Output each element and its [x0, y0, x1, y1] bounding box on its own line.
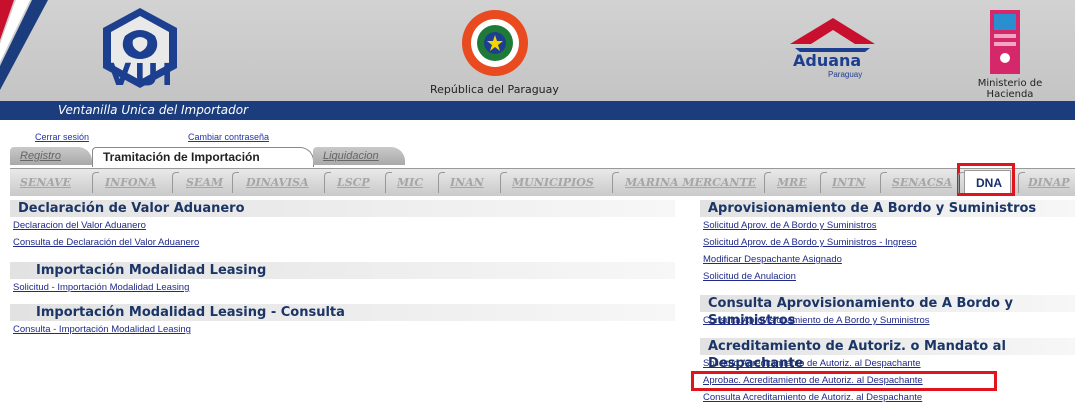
link-solicitud-anulacion[interactable]: Solicitud de Anulacion [703, 268, 1075, 285]
republica-label: República del Paraguay [430, 83, 559, 96]
paraguay-seal-icon [462, 10, 528, 76]
agency-tab-municipios[interactable]: MUNICIPIOS [512, 176, 594, 189]
app-subtitle: Ventanilla Unica del Importador [58, 103, 249, 117]
agency-tab-dna[interactable]: DNA [976, 176, 1002, 190]
tab-separator [92, 172, 99, 193]
aduana-label: Aduana [793, 51, 862, 70]
agency-tab-marina-mercante[interactable]: MARINA MERCANTE [625, 176, 756, 189]
tab-registro[interactable]: Registro [10, 147, 92, 165]
section-title: Acreditamiento de Autoriz. o Mandato al … [700, 338, 1075, 371]
section-leasing: Importación Modalidad Leasing Solicitud … [10, 262, 675, 296]
agency-tab-seam[interactable]: SEAM [186, 176, 223, 189]
agency-tab-lscp[interactable]: LSCP [337, 176, 370, 189]
aprobac-highlight-box [691, 371, 997, 391]
agency-tab-dinavisa[interactable]: DINAVISA [246, 176, 309, 189]
section-title: Aprovisionamiento de A Bordo y Suministr… [700, 200, 1075, 217]
tab-separator [612, 172, 619, 193]
decorative-stripes [0, 0, 48, 90]
agency-tab-dinap[interactable]: DINAP [1028, 176, 1070, 189]
title-bar: Ventanilla Unica del Importador [0, 101, 1075, 120]
tab-separator [820, 172, 827, 193]
agency-tab-mre[interactable]: MRE [777, 176, 807, 189]
section-title: Importación Modalidad Leasing [10, 262, 675, 279]
agency-tab-senave[interactable]: SENAVE [20, 176, 71, 189]
section-title: Importación Modalidad Leasing - Consulta [10, 304, 675, 321]
tab-separator [438, 172, 445, 193]
agency-tab-infona[interactable]: INFONA [105, 176, 156, 189]
ministerio-logo-icon [990, 10, 1020, 74]
agency-tab-senacsa[interactable]: SENACSA [892, 176, 952, 189]
agency-tab-inan[interactable]: INAN [450, 176, 484, 189]
tab-separator [232, 172, 239, 193]
link-modificar-despachante[interactable]: Modificar Despachante Asignado [703, 251, 1075, 268]
section-title: Declaración de Valor Aduanero [10, 200, 675, 217]
change-password-link[interactable]: Cambiar contraseña [188, 132, 269, 142]
section-consulta-aprov: Consulta Aprovisionamiento de A Bordo y … [700, 295, 1075, 329]
page-header: VUI República del Paraguay Aduana Paragu… [0, 0, 1075, 101]
tab-separator [958, 172, 965, 193]
link-solicitud-leasing[interactable]: Solicitud - Importación Modalidad Leasin… [13, 279, 675, 296]
link-solicitud-acreditamiento[interactable]: Solicitud Acreditamiento de Autoriz. al … [703, 355, 1075, 372]
tab-separator [1018, 172, 1025, 193]
tab-tramitacion[interactable]: Tramitación de Importación [92, 147, 314, 167]
section-aprovisionamiento: Aprovisionamiento de A Bordo y Suministr… [700, 200, 1075, 285]
tab-separator [172, 172, 179, 193]
link-consulta-declaracion[interactable]: Consulta de Declaración del Valor Aduane… [13, 234, 675, 251]
logout-link[interactable]: Cerrar sesión [35, 132, 89, 142]
ministerio-label: Ministerio de Hacienda [970, 78, 1050, 100]
aduana-sublabel: Paraguay [828, 70, 863, 79]
link-declaracion-valor[interactable]: Declaracion del Valor Aduanero [13, 217, 675, 234]
agency-tab-mic[interactable]: MIC [397, 176, 423, 189]
tab-separator [385, 172, 392, 193]
section-valor-aduanero: Declaración de Valor Aduanero Declaracio… [10, 200, 675, 251]
tab-separator [764, 172, 771, 193]
section-leasing-consulta: Importación Modalidad Leasing - Consulta… [10, 304, 675, 338]
tab-liquidacion[interactable]: Liquidacion [313, 147, 405, 165]
link-consulta-aprov[interactable]: Consulta Aprovisionamiento de A Bordo y … [703, 312, 1075, 329]
link-consulta-acreditamiento[interactable]: Consulta Acreditamiento de Autoriz. al D… [703, 389, 1075, 406]
agency-tab-intn[interactable]: INTN [832, 176, 865, 189]
ministerio-line1: Ministerio de [977, 78, 1043, 89]
vui-logo-text: VUI [108, 58, 176, 93]
section-title: Consulta Aprovisionamiento de A Bordo y … [700, 295, 1075, 328]
tab-separator [500, 172, 507, 193]
tab-separator [324, 172, 331, 193]
link-consulta-leasing[interactable]: Consulta - Importación Modalidad Leasing [13, 321, 675, 338]
tab-separator [880, 172, 887, 193]
ministerio-line2: Hacienda [986, 89, 1034, 100]
link-solicitud-aprov[interactable]: Solicitud Aprov. de A Bordo y Suministro… [703, 217, 1075, 234]
link-solicitud-aprov-ingreso[interactable]: Solicitud Aprov. de A Bordo y Suministro… [703, 234, 1075, 251]
